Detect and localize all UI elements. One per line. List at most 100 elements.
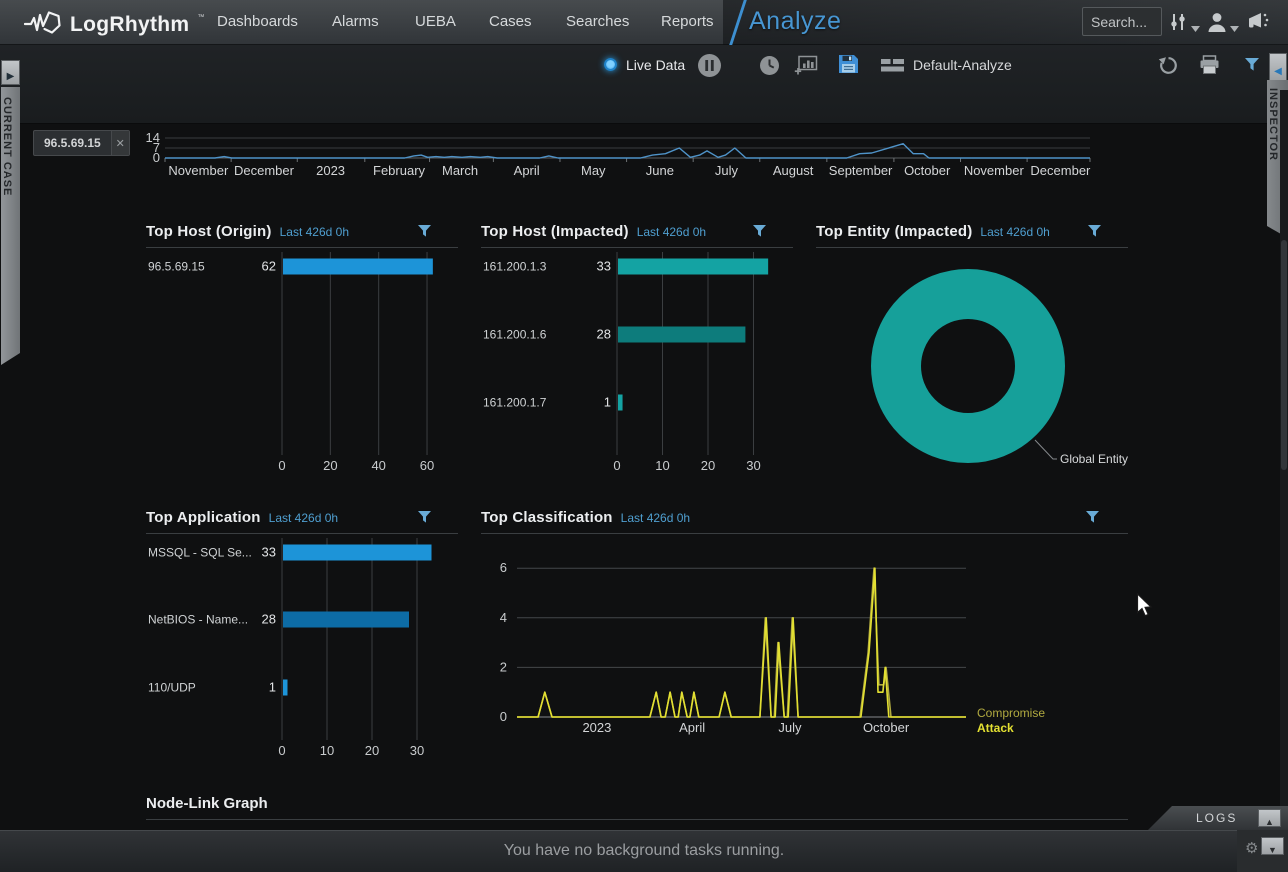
inspector-collapse-button[interactable]: ◀ <box>1269 53 1287 81</box>
svg-text:November: November <box>168 163 229 178</box>
preferences-caret-icon[interactable] <box>1191 19 1200 37</box>
print-icon[interactable] <box>1199 55 1220 80</box>
svg-text:4: 4 <box>500 610 507 625</box>
logrhythm-pulse-icon <box>24 8 62 41</box>
svg-text:161.200.1.7: 161.200.1.7 <box>483 396 547 410</box>
panel-top-application: Top ApplicationLast 426d 0h 0102030MSSQL… <box>146 506 458 772</box>
panel-top-host-origin: Top Host (Origin)Last 426d 0h 020406096.… <box>146 220 458 484</box>
nav-tab-searches[interactable]: Searches <box>566 13 629 30</box>
svg-text:April: April <box>514 163 540 178</box>
filter-funnel-icon[interactable] <box>1087 224 1102 243</box>
filter-funnel-icon[interactable] <box>752 224 767 243</box>
svg-text:161.200.1.3: 161.200.1.3 <box>483 260 547 274</box>
svg-text:November: November <box>964 163 1025 178</box>
svg-text:December: December <box>234 163 295 178</box>
preferences-sliders-icon[interactable] <box>1168 12 1188 37</box>
svg-text:10: 10 <box>320 743 334 758</box>
global-filter-funnel-icon[interactable] <box>1244 57 1260 77</box>
live-data-radio-icon[interactable] <box>604 58 617 76</box>
top-host-origin-chart: 020406096.5.69.1562 <box>146 248 458 480</box>
panel-time-range: Last 426d 0h <box>280 225 349 239</box>
svg-text:20: 20 <box>701 458 715 473</box>
svg-text:April: April <box>679 720 705 735</box>
current-case-tab[interactable]: CURRENT CASE <box>1 87 20 365</box>
section-title: Node-Link Graph <box>146 795 268 812</box>
nav-tab-dashboards[interactable]: Dashboards <box>217 13 298 30</box>
svg-text:20: 20 <box>323 458 337 473</box>
chevron-right-icon: ▶ <box>7 71 15 82</box>
svg-text:September: September <box>829 163 893 178</box>
logs-scroll-down-button[interactable]: ▼ <box>1261 837 1284 855</box>
panel-time-range: Last 426d 0h <box>980 225 1049 239</box>
brand-logo[interactable]: LogRhythm ™ <box>24 8 204 41</box>
svg-text:October: October <box>863 720 910 735</box>
live-data-label: Live Data <box>626 57 685 73</box>
top-host-impacted-chart: 0102030161.200.1.333161.200.1.628161.200… <box>481 248 793 480</box>
svg-text:0: 0 <box>613 458 620 473</box>
vertical-scrollbar-thumb[interactable] <box>1281 240 1287 470</box>
top-nav: LogRhythm ™ Dashboards Alarms UEBA Cases… <box>0 0 1288 45</box>
nav-tab-analyze-active[interactable]: Analyze <box>749 7 841 36</box>
arrow-up-icon: ▲ <box>1265 817 1274 827</box>
svg-text:2: 2 <box>500 659 507 674</box>
layout-grid-icon[interactable] <box>881 58 904 78</box>
panel-title: Top Host (Origin) <box>146 223 272 240</box>
svg-text:6: 6 <box>500 560 507 575</box>
chevron-left-icon: ◀ <box>1274 66 1282 77</box>
nav-tab-reports[interactable]: Reports <box>661 13 714 30</box>
divider <box>146 819 1128 820</box>
analyze-toolbar: Live Data Default-Analyze 96.5.69.15 <box>0 45 1288 124</box>
nav-tab-ueba[interactable]: UEBA <box>415 13 456 30</box>
save-layout-floppy-icon[interactable] <box>838 54 859 79</box>
inspector-tab-label: INSPECTOR <box>1267 88 1279 161</box>
reset-undo-icon[interactable] <box>1158 55 1179 81</box>
top-application-chart: 0102030MSSQL - SQL Se...33NetBIOS - Name… <box>146 534 458 766</box>
time-range-clock-icon[interactable] <box>759 55 780 81</box>
panel-top-entity-impacted: Top Entity (Impacted) Last 426d 0h Global… <box>816 220 1128 484</box>
svg-text:0: 0 <box>278 458 285 473</box>
panel-top-host-impacted: Top Host (Impacted)Last 426d 0h 01020301… <box>481 220 793 484</box>
top-entity-donut-chart: Global Entity <box>816 248 1128 482</box>
layout-select-value[interactable]: Default-Analyze <box>913 57 1012 73</box>
filter-chip: 96.5.69.15 ✕ <box>33 130 130 156</box>
filter-funnel-icon[interactable] <box>417 224 432 243</box>
svg-text:December: December <box>1030 163 1091 178</box>
pause-button[interactable] <box>697 53 722 83</box>
filter-funnel-icon[interactable] <box>417 510 432 529</box>
svg-text:28: 28 <box>597 327 611 342</box>
panel-title: Top Entity (Impacted) <box>816 223 972 240</box>
legend-compromise: Compromise <box>977 706 1045 720</box>
mouse-cursor <box>1136 593 1158 619</box>
svg-text:62: 62 <box>262 259 276 274</box>
settings-gear-icon[interactable]: ⚙ <box>1245 839 1258 857</box>
svg-text:MSSQL - SQL Se...: MSSQL - SQL Se... <box>148 546 252 560</box>
svg-text:NetBIOS - Name...: NetBIOS - Name... <box>148 613 248 627</box>
nav-tab-alarms[interactable]: Alarms <box>332 13 379 30</box>
logs-scroll-up-button[interactable]: ▲ <box>1258 809 1281 827</box>
svg-text:30: 30 <box>410 743 424 758</box>
svg-text:2023: 2023 <box>582 720 611 735</box>
svg-text:May: May <box>581 163 606 178</box>
user-account-icon[interactable] <box>1206 11 1228 38</box>
filter-funnel-icon[interactable] <box>1085 510 1100 529</box>
svg-text:14: 14 <box>146 130 160 145</box>
user-caret-icon[interactable] <box>1230 19 1239 37</box>
current-case-expand-button[interactable]: ▶ <box>1 60 20 85</box>
event-timeline-chart: 0714NovemberDecember2023FebruaryMarchApr… <box>146 130 1100 188</box>
svg-text:30: 30 <box>746 458 760 473</box>
svg-text:28: 28 <box>262 612 276 627</box>
announcements-megaphone-icon[interactable] <box>1246 11 1272 36</box>
logs-tab-label: LOGS <box>1196 811 1237 825</box>
svg-text:March: March <box>442 163 478 178</box>
search-input[interactable] <box>1082 7 1162 36</box>
svg-text:1: 1 <box>269 680 276 695</box>
add-widget-chart-icon[interactable] <box>794 55 818 80</box>
svg-text:96.5.69.15: 96.5.69.15 <box>148 260 205 274</box>
svg-text:Global Entity: Global Entity <box>1060 452 1128 466</box>
svg-text:60: 60 <box>420 458 434 473</box>
legend-attack: Attack <box>977 721 1014 735</box>
svg-text:June: June <box>646 163 674 178</box>
nav-tab-cases[interactable]: Cases <box>489 13 532 30</box>
filter-chip-remove-icon[interactable]: ✕ <box>111 131 129 155</box>
svg-text:2023: 2023 <box>316 163 345 178</box>
